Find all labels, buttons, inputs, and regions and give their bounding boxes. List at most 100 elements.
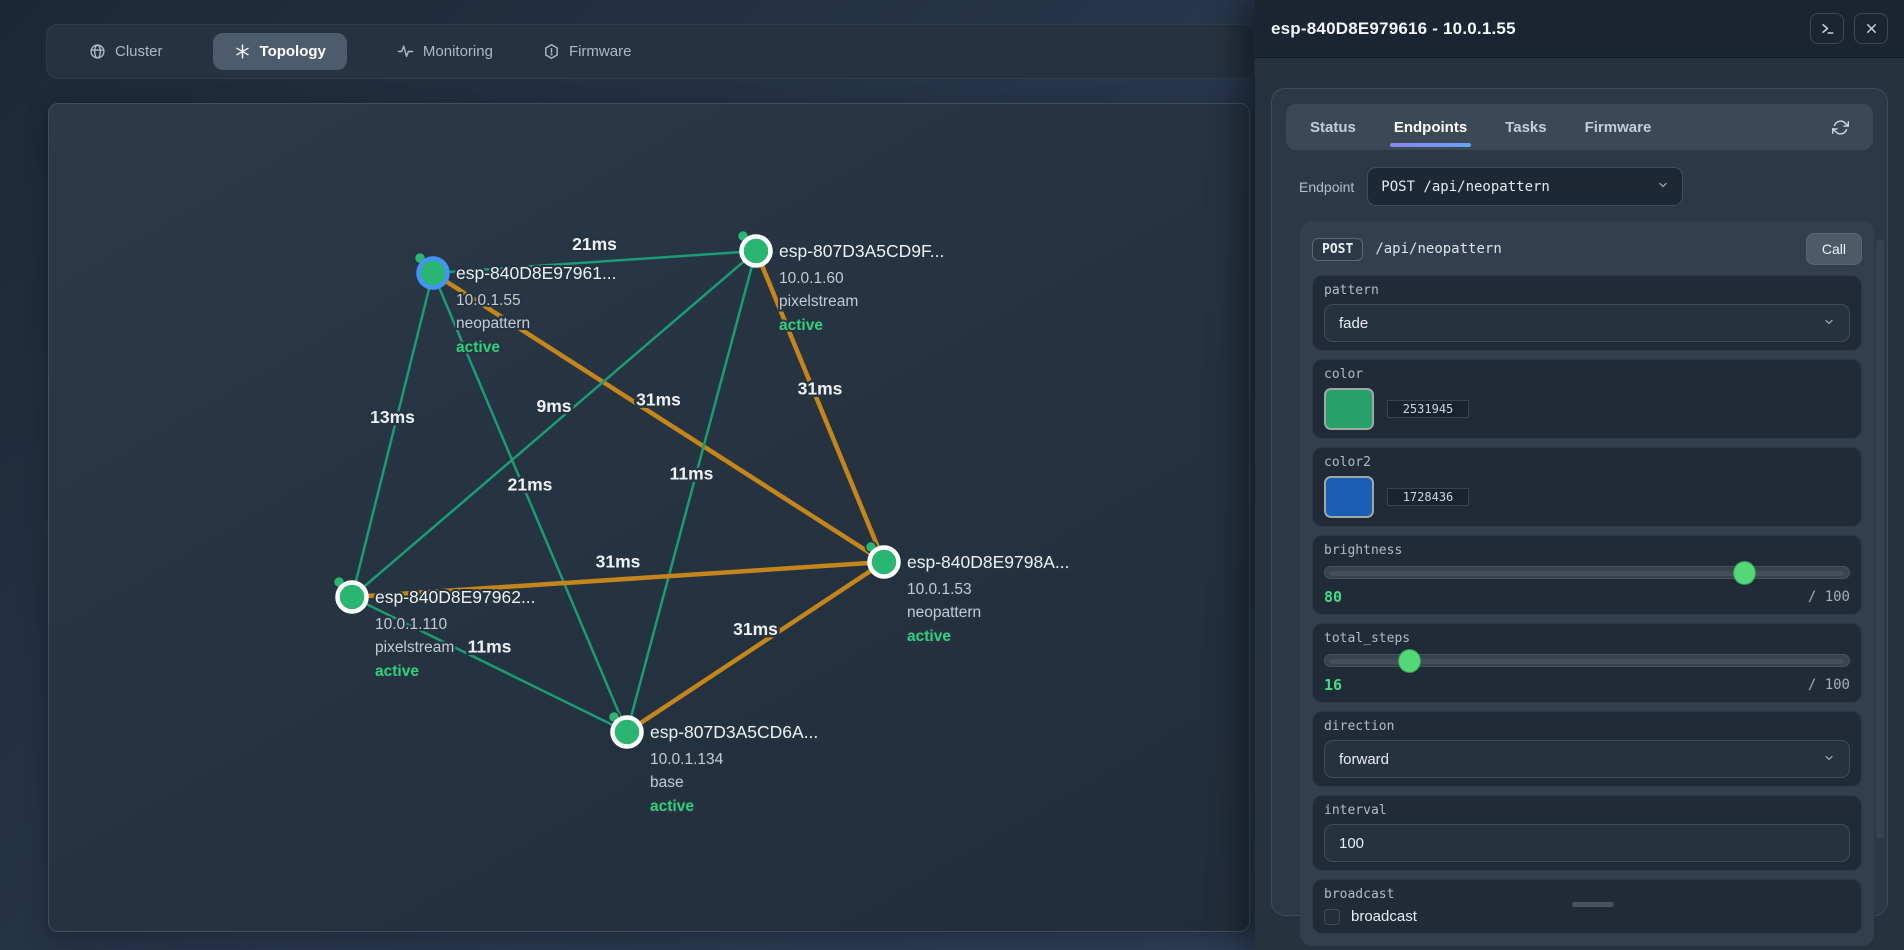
nav-tab-monitoring[interactable]: Monitoring bbox=[397, 43, 493, 60]
tab-tasks[interactable]: Tasks bbox=[1505, 104, 1546, 150]
endpoint-selector-row: Endpoint POST /api/neopattern bbox=[1286, 167, 1873, 206]
total_steps-slider[interactable] bbox=[1324, 654, 1850, 667]
color2-swatch[interactable] bbox=[1324, 476, 1374, 518]
brightness-current-value: 80 bbox=[1324, 588, 1342, 606]
graph-node[interactable]: esp-840D8E97961...10.0.1.55neopatternact… bbox=[415, 253, 617, 357]
monitoring-icon bbox=[397, 43, 414, 60]
node-role-label: neopattern bbox=[907, 604, 981, 621]
node-status-label: active bbox=[375, 663, 419, 680]
endpoint-form-card: POST /api/neopattern Call pattern fade col… bbox=[1300, 221, 1874, 946]
color-value-input[interactable]: 2531945 bbox=[1387, 400, 1469, 418]
node-name-label: esp-840D8E97962... bbox=[375, 587, 536, 607]
total_steps-current-value: 16 bbox=[1324, 676, 1342, 694]
close-button[interactable] bbox=[1854, 13, 1888, 44]
color2-value-input[interactable]: 1728436 bbox=[1387, 488, 1469, 506]
terminal-button[interactable] bbox=[1810, 13, 1844, 44]
edge-latency-label: 11ms bbox=[670, 464, 714, 484]
node-ip-label: 10.0.1.60 bbox=[779, 270, 844, 287]
drawer-title: esp-840D8E979616 - 10.0.1.55 bbox=[1271, 19, 1516, 39]
refresh-button[interactable] bbox=[1832, 119, 1849, 136]
direction-select-value: forward bbox=[1339, 751, 1389, 768]
graph-node[interactable]: esp-840D8E97962... 10.0.1.110 pixelstream a… bbox=[334, 577, 536, 681]
drawer-body: Status Endpoints Tasks Firmware Endpoint PO… bbox=[1255, 58, 1904, 916]
close-icon bbox=[1864, 21, 1879, 36]
graph-node[interactable]: esp-807D3A5CD6A...10.0.1.134baseactive bbox=[609, 712, 819, 816]
nav-tab-cluster[interactable]: Cluster bbox=[89, 43, 163, 60]
call-button[interactable]: Call bbox=[1806, 233, 1862, 265]
drawer-tabbar: Status Endpoints Tasks Firmware bbox=[1286, 104, 1873, 150]
nav-tab-firmware[interactable]: Firmware bbox=[543, 43, 632, 60]
tab-status[interactable]: Status bbox=[1310, 104, 1356, 150]
edge-latency-label: 21ms bbox=[572, 234, 617, 254]
node-status-label: active bbox=[779, 317, 823, 334]
field-label: pattern bbox=[1324, 283, 1850, 298]
node-ip-label: 10.0.1.134 bbox=[650, 751, 724, 768]
edge-latency-label: 9ms bbox=[536, 396, 571, 416]
edge-latency-label: 31ms bbox=[733, 619, 778, 639]
broadcast-checkbox-label: broadcast bbox=[1351, 908, 1417, 925]
device-panel-card: Status Endpoints Tasks Firmware Endpoint PO… bbox=[1271, 88, 1888, 916]
field-block-color2: color2 1728436 bbox=[1312, 447, 1862, 527]
node-status-label: active bbox=[456, 339, 500, 356]
nav-tab-label: Topology bbox=[260, 43, 326, 60]
edge-latency-label: 21ms bbox=[508, 475, 553, 495]
vertical-scrollbar[interactable] bbox=[1876, 239, 1884, 839]
broadcast-checkbox[interactable] bbox=[1324, 909, 1340, 925]
nav-tab-topology[interactable]: Topology bbox=[213, 33, 347, 70]
refresh-icon bbox=[1832, 119, 1849, 136]
topology-icon bbox=[234, 43, 251, 60]
field-label: color2 bbox=[1324, 455, 1850, 470]
node-name-label: esp-840D8E9798A... bbox=[907, 552, 1069, 572]
endpoint-form-header: POST /api/neopattern Call bbox=[1312, 231, 1862, 267]
tab-endpoints[interactable]: Endpoints bbox=[1394, 104, 1467, 150]
method-badge: POST bbox=[1312, 238, 1363, 261]
tab-firmware[interactable]: Firmware bbox=[1585, 104, 1652, 150]
device-drawer: esp-840D8E979616 - 10.0.1.55 Status Endpo… bbox=[1255, 0, 1904, 950]
endpoint-path: /api/neopattern bbox=[1375, 241, 1501, 257]
brightness-slider-thumb[interactable] bbox=[1733, 561, 1756, 585]
pattern-select[interactable]: fade bbox=[1324, 304, 1850, 342]
node-role-label: pixelstream bbox=[375, 639, 454, 656]
nav-tab-label: Monitoring bbox=[423, 43, 493, 60]
field-block-color: color2531945 bbox=[1312, 359, 1862, 439]
chevron-down-icon bbox=[1823, 315, 1835, 332]
node-ip-label: 10.0.1.110 bbox=[375, 616, 447, 633]
field-block-interval: interval100 bbox=[1312, 795, 1862, 871]
direction-select[interactable]: forward bbox=[1324, 740, 1850, 778]
edge-latency-label: 11ms bbox=[468, 637, 512, 657]
interval-input[interactable]: 100 bbox=[1324, 824, 1850, 862]
chevron-down-icon bbox=[1823, 751, 1835, 768]
firmware-icon bbox=[543, 43, 560, 60]
total_steps-slider-thumb[interactable] bbox=[1398, 649, 1421, 673]
field-label: broadcast bbox=[1324, 887, 1850, 902]
interval-input-value: 100 bbox=[1339, 835, 1364, 852]
node-role-label: neopattern bbox=[456, 315, 530, 332]
node-status-label: active bbox=[907, 628, 951, 645]
node-name-label: esp-807D3A5CD6A... bbox=[650, 722, 818, 742]
field-block-brightness: brightness80/ 100 bbox=[1312, 535, 1862, 615]
endpoint-label: Endpoint bbox=[1299, 179, 1354, 195]
node-circle[interactable] bbox=[613, 718, 642, 747]
field-label: brightness bbox=[1324, 543, 1850, 558]
node-circle[interactable] bbox=[742, 237, 771, 266]
edge-latency-label: 31ms bbox=[596, 552, 641, 572]
cluster-icon bbox=[89, 43, 106, 60]
node-circle[interactable] bbox=[870, 548, 899, 577]
endpoint-dropdown[interactable]: POST /api/neopattern bbox=[1367, 167, 1683, 206]
brightness-slider[interactable] bbox=[1324, 566, 1850, 579]
horizontal-scrollbar[interactable] bbox=[1572, 902, 1614, 907]
topology-graph: 21ms31ms13ms21ms31ms9ms11ms31ms31ms11mse… bbox=[49, 104, 1251, 933]
chevron-down-icon bbox=[1657, 179, 1669, 195]
terminal-icon bbox=[1820, 21, 1835, 36]
graph-node[interactable]: esp-840D8E9798A...10.0.1.53neopatternact… bbox=[866, 542, 1070, 646]
endpoint-dropdown-value: POST /api/neopattern bbox=[1381, 179, 1550, 195]
node-circle[interactable] bbox=[338, 583, 367, 612]
color-swatch[interactable] bbox=[1324, 388, 1374, 430]
node-name-label: esp-840D8E97961... bbox=[456, 263, 617, 283]
node-circle[interactable] bbox=[419, 259, 448, 288]
node-name-label: esp-807D3A5CD9F... bbox=[779, 241, 944, 261]
node-role-label: pixelstream bbox=[779, 293, 858, 310]
nav-tab-label: Cluster bbox=[115, 43, 163, 60]
field-label: total_steps bbox=[1324, 631, 1850, 646]
pattern-select-value: fade bbox=[1339, 315, 1368, 332]
